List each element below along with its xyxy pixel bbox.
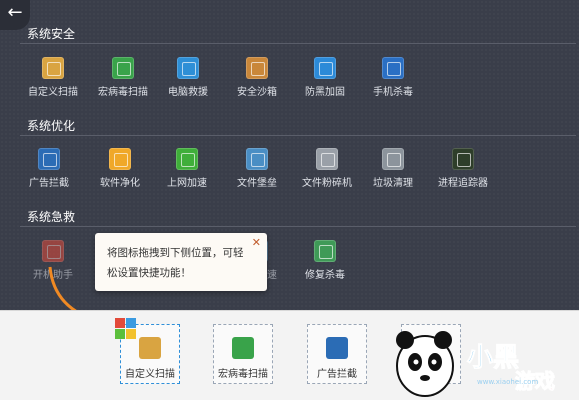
junk-clean-icon: [382, 148, 404, 170]
tool-file-fortress[interactable]: 文件堡垒: [222, 148, 292, 189]
tool-internet-boost[interactable]: 上网加速: [152, 148, 222, 189]
tool-ad-block[interactable]: 广告拦截: [14, 148, 84, 189]
close-icon[interactable]: ✕: [252, 236, 261, 249]
section-title-rescue: 系统急救: [27, 210, 76, 224]
tool-label: 电脑救援: [168, 87, 208, 98]
tool-junk-clean[interactable]: 垃圾清理: [358, 148, 428, 189]
mobile-antivirus-icon: [382, 57, 404, 79]
shortcut-slot-3[interactable]: 广告拦截: [307, 324, 367, 384]
security-sandbox-icon: [246, 57, 268, 79]
divider: [20, 135, 576, 136]
divider: [20, 43, 576, 44]
tool-repair-antivirus[interactable]: 修复杀毒: [290, 240, 360, 281]
repair-antivirus-icon: [314, 240, 336, 262]
anti-hack-icon: [314, 57, 336, 79]
section-title-security: 系统安全: [27, 27, 76, 41]
section-title-optimize: 系统优化: [27, 119, 76, 133]
tool-label: 文件粉碎机: [302, 178, 352, 189]
tool-label: 宏病毒扫描: [98, 87, 148, 98]
svg-text:小黑: 小黑: [467, 343, 519, 373]
ad-block-icon: [38, 148, 60, 170]
tool-label: 进程追踪器: [438, 178, 488, 189]
ad-block-icon: [326, 337, 348, 359]
shortcut-label: 宏病毒扫描: [218, 369, 268, 380]
tool-security-sandbox[interactable]: 安全沙箱: [222, 57, 292, 98]
panda-mascot-logo: 小黑 游戏 www.xiaohei.com: [396, 331, 556, 397]
file-fortress-icon: [246, 148, 268, 170]
tool-label: 手机杀毒: [373, 87, 413, 98]
dragging-tool-icon[interactable]: [115, 318, 137, 340]
tool-process-tracker[interactable]: 进程追踪器: [428, 148, 498, 189]
svg-text:www.xiaohei.com: www.xiaohei.com: [477, 378, 538, 386]
app-window: ← 系统安全 自定义扫描 宏病毒扫描 电脑救援 安全沙箱 防黑加固 手机杀毒 系统优化 广…: [0, 0, 579, 400]
file-shredder-icon: [316, 148, 338, 170]
tool-software-clean[interactable]: 软件净化: [85, 148, 155, 189]
startup-assistant-icon: [42, 240, 64, 262]
tool-custom-scan[interactable]: 自定义扫描: [18, 57, 88, 98]
custom-scan-icon: [139, 337, 161, 359]
tool-computer-rescue[interactable]: 电脑救援: [153, 57, 223, 98]
software-clean-icon: [109, 148, 131, 170]
shortcut-label: 广告拦截: [317, 369, 357, 380]
computer-rescue-icon: [177, 57, 199, 79]
tool-mobile-antivirus[interactable]: 手机杀毒: [358, 57, 428, 98]
tool-label: 防黑加固: [305, 87, 345, 98]
back-arrow-icon[interactable]: ←: [0, 0, 30, 30]
tool-label: 软件净化: [100, 178, 140, 189]
tool-label: 广告拦截: [29, 178, 69, 189]
tool-label: 自定义扫描: [28, 87, 78, 98]
drag-hint-tooltip: 将图标拖拽到下侧位置，可轻松设置快捷功能！ ✕: [95, 233, 267, 291]
tool-label: 上网加速: [167, 178, 207, 189]
tool-label: 垃圾清理: [373, 178, 413, 189]
tool-file-shredder[interactable]: 文件粉碎机: [292, 148, 362, 189]
shortcut-label: 自定义扫描: [125, 369, 175, 380]
tool-anti-hack[interactable]: 防黑加固: [290, 57, 360, 98]
tool-label: 文件堡垒: [237, 178, 277, 189]
custom-scan-icon: [42, 57, 64, 79]
tool-label: 安全沙箱: [237, 87, 277, 98]
tool-label: 修复杀毒: [305, 270, 345, 281]
shortcut-slot-2[interactable]: 宏病毒扫描: [213, 324, 273, 384]
macro-virus-scan-icon: [232, 337, 254, 359]
tool-macro-virus-scan[interactable]: 宏病毒扫描: [88, 57, 158, 98]
tooltip-text: 将图标拖拽到下侧位置，可轻松设置快捷功能！: [107, 247, 244, 279]
macro-virus-scan-icon: [112, 57, 134, 79]
divider: [20, 226, 576, 227]
process-tracker-icon: [452, 148, 474, 170]
internet-boost-icon: [176, 148, 198, 170]
